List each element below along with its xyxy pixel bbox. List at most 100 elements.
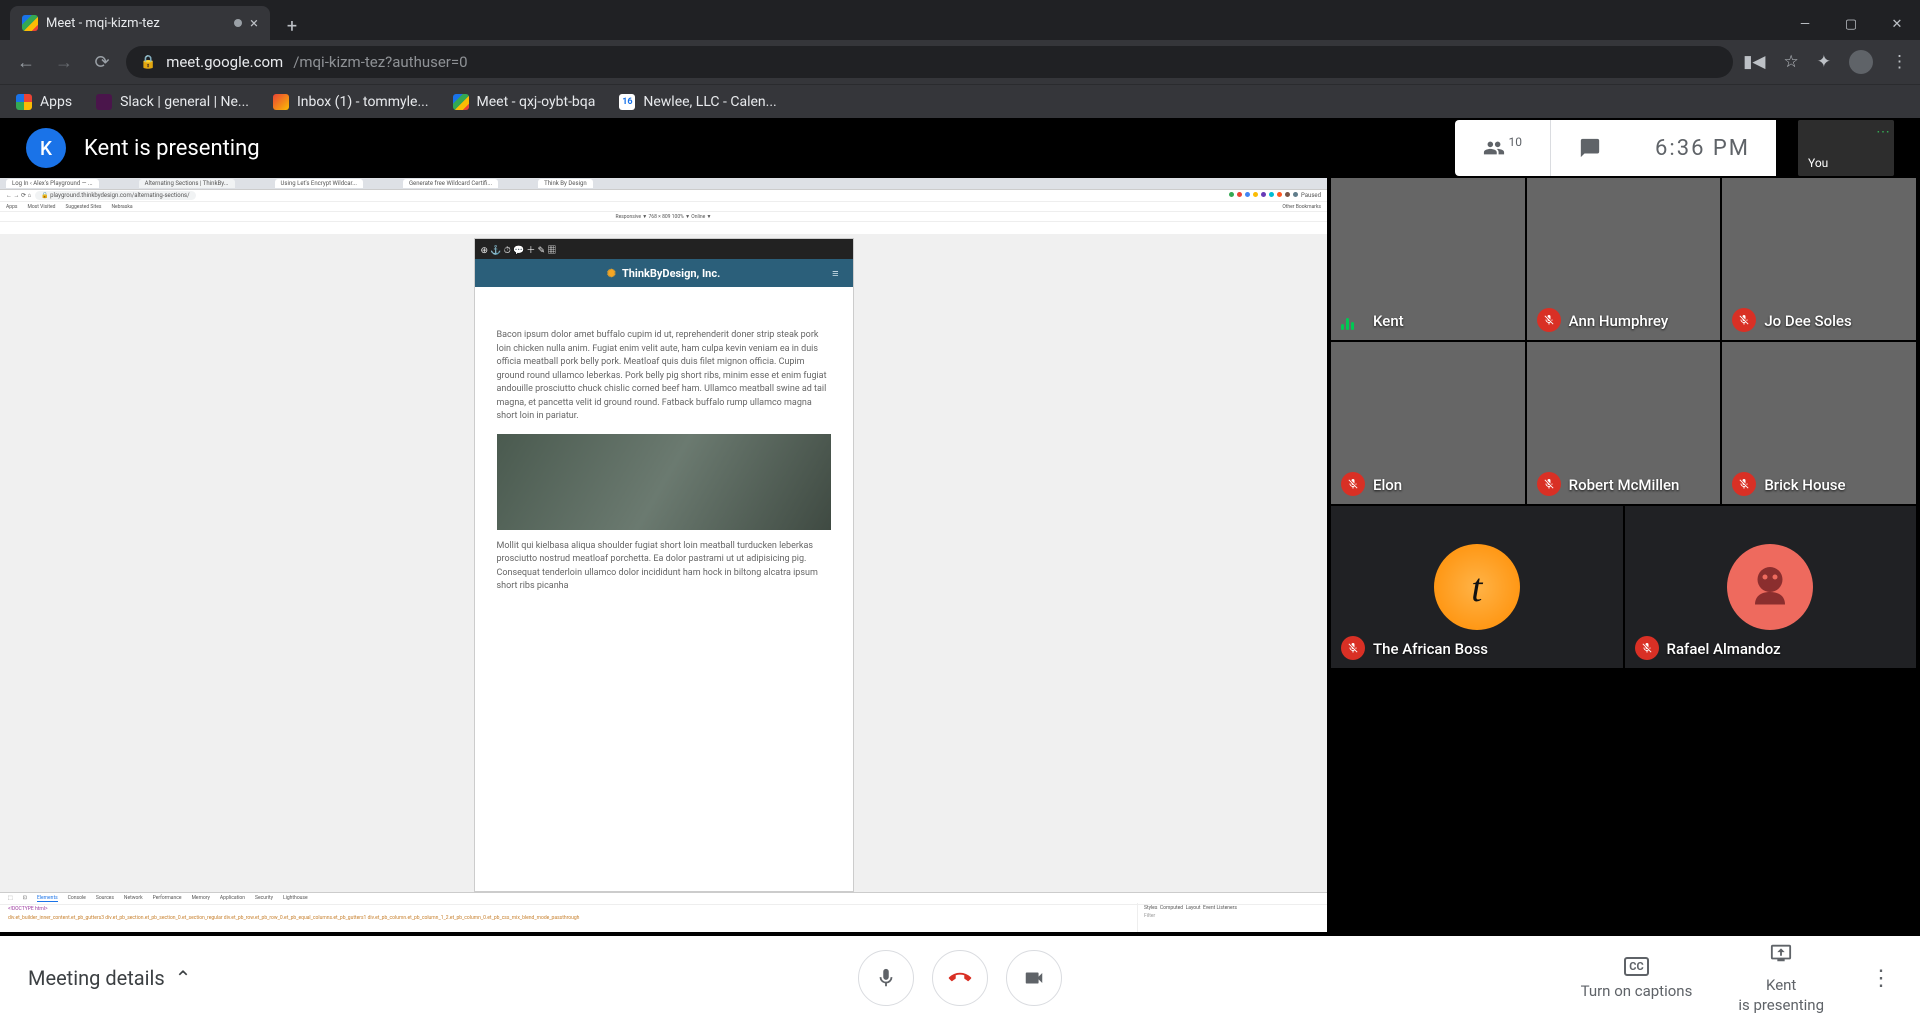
- captions-label: Turn on captions: [1581, 982, 1693, 1000]
- apps-shortcut[interactable]: Apps: [16, 94, 72, 110]
- muted-icon: [1635, 636, 1659, 660]
- chat-button[interactable]: [1550, 120, 1629, 176]
- leave-call-button[interactable]: [932, 950, 988, 1006]
- profile-avatar[interactable]: [1849, 50, 1873, 74]
- site-title: ThinkByDesign, Inc.: [622, 267, 720, 280]
- address-bar: ← → ⟳ 🔒 meet.google.com/mqi-kizm-tez?aut…: [0, 40, 1920, 84]
- lock-icon: 🔒: [140, 55, 156, 70]
- chat-icon: [1579, 137, 1601, 159]
- meet-favicon-icon: [22, 15, 38, 31]
- participant-tile[interactable]: Robert McMillen: [1527, 342, 1721, 504]
- muted-icon: [1341, 472, 1365, 496]
- shared-tab: Using Let's Encrypt Wildcar...: [275, 179, 363, 188]
- tab-close-icon[interactable]: ×: [250, 14, 258, 32]
- people-button[interactable]: 10: [1455, 120, 1551, 176]
- clock: 6:36 PM: [1629, 136, 1776, 161]
- devtools-tab: Console: [68, 895, 86, 902]
- new-tab-button[interactable]: +: [278, 12, 306, 40]
- shared-bm-item: Most Visited: [27, 204, 55, 210]
- participant-grid: Kent Ann Humphrey Jo Dee Soles Elon Robe…: [1331, 178, 1916, 932]
- bookmark-slack[interactable]: Slack | general | Ne...: [96, 94, 249, 110]
- devtools-side-tab: Event Listeners: [1203, 905, 1237, 911]
- phone-icon: [944, 962, 975, 993]
- close-window-button[interactable]: ✕: [1874, 8, 1920, 40]
- extensions-icon[interactable]: ✦: [1817, 52, 1831, 72]
- shared-tabstrip: Log In ‹ Alex's Playground — ... Alterna…: [0, 178, 1327, 190]
- tab-title: Meet - mqi-kizm-tez: [46, 16, 160, 31]
- participant-tile[interactable]: Rafael Almandoz: [1625, 506, 1917, 668]
- participant-tile[interactable]: Elon: [1331, 342, 1525, 504]
- people-icon: [1483, 137, 1505, 159]
- shared-bm-item: Other Bookmarks: [1282, 204, 1321, 210]
- bookmark-label: Meet - qxj-oybt-bqa: [477, 94, 596, 110]
- participant-tile[interactable]: Ann Humphrey: [1527, 178, 1721, 340]
- window-controls: — ▢ ✕: [1782, 8, 1920, 40]
- participant-name: Jo Dee Soles: [1764, 312, 1851, 330]
- participant-tile[interactable]: Kent: [1331, 178, 1525, 340]
- participant-avatar: [1727, 544, 1813, 630]
- bookmark-meet[interactable]: Meet - qxj-oybt-bqa: [453, 94, 596, 110]
- bookmark-calendar[interactable]: 16Newlee, LLC - Calen...: [619, 94, 776, 110]
- meet-header: K Kent is presenting 10 6:36 PM You ⋯: [0, 118, 1920, 178]
- meet-icon: [453, 94, 469, 110]
- devtools-tab: Application: [220, 895, 245, 902]
- devtools-tab: Network: [124, 895, 143, 902]
- camera-toggle-button[interactable]: [1006, 950, 1062, 1006]
- devtools-tab: Lighthouse: [283, 895, 308, 902]
- self-view-label: You: [1808, 156, 1828, 170]
- captions-button[interactable]: CC Turn on captions: [1581, 957, 1693, 1000]
- devtools-tab: Sources: [96, 895, 114, 902]
- participant-name: Kent: [1373, 312, 1404, 330]
- more-options-button[interactable]: ⋮: [1870, 966, 1892, 991]
- muted-icon: [1341, 636, 1365, 660]
- presenter-avatar: K: [26, 128, 66, 168]
- reload-button[interactable]: ⟳: [88, 52, 116, 73]
- mobile-preview: ⊕ ⚓ ⏱ 💬 ＋ ✎ ▦ ✺ThinkByDesign, Inc.≡ Baco…: [474, 238, 854, 892]
- browser-tab[interactable]: Meet - mqi-kizm-tez ×: [10, 6, 270, 40]
- devtools-side-tab: Computed: [1160, 905, 1183, 911]
- maximize-button[interactable]: ▢: [1828, 8, 1874, 40]
- window-titlebar: Meet - mqi-kizm-tez × + — ▢ ✕: [0, 0, 1920, 40]
- participant-tile[interactable]: t The African Boss: [1331, 506, 1623, 668]
- muted-icon: [1732, 472, 1756, 496]
- chevron-up-icon: ⌃: [175, 966, 192, 990]
- shared-tab: Log In ‹ Alex's Playground — ...: [6, 179, 99, 188]
- participant-tile[interactable]: Brick House: [1722, 342, 1916, 504]
- shared-url: playground.thinkbydesign.com/alternating…: [50, 192, 190, 199]
- back-button[interactable]: ←: [12, 52, 40, 73]
- devtools-panel: ⬚⊡ Elements Console Sources Network Perf…: [0, 892, 1327, 932]
- url-path: /mqi-kizm-tez?authuser=0: [293, 53, 467, 71]
- participant-name: Robert McMillen: [1569, 476, 1680, 494]
- chrome-menu-icon[interactable]: ⋮: [1891, 52, 1908, 72]
- dev-viewport: ⊕ ⚓ ⏱ 💬 ＋ ✎ ▦ ✺ThinkByDesign, Inc.≡ Baco…: [0, 234, 1327, 892]
- mic-toggle-button[interactable]: [858, 950, 914, 1006]
- responsive-toolbar: Responsive ▼ 768 × 809 100% ▼ Online ▼: [0, 212, 1327, 222]
- shared-bm-item: Nebraska: [111, 204, 132, 210]
- devtools-side-tab: Layout: [1186, 905, 1201, 911]
- presenting-banner: Kent is presenting: [84, 136, 260, 161]
- tab-audio-indicator-icon: [234, 19, 242, 27]
- gmail-icon: [273, 94, 289, 110]
- devtools-tab: Performance: [153, 895, 182, 902]
- self-view-tile[interactable]: You ⋯: [1798, 120, 1894, 176]
- devtools-tab-elements: Elements: [37, 895, 58, 902]
- meeting-details-button[interactable]: Meeting details ⌃: [28, 966, 191, 990]
- omnibox[interactable]: 🔒 meet.google.com/mqi-kizm-tez?authuser=…: [126, 46, 1733, 78]
- participant-name: Ann Humphrey: [1569, 312, 1669, 330]
- apps-icon: [16, 94, 32, 110]
- devtools-side-tab: Styles: [1144, 905, 1157, 911]
- self-view-more-icon[interactable]: ⋯: [1876, 124, 1890, 140]
- filter-input: Filter: [1144, 913, 1321, 919]
- speaking-indicator-icon: [1341, 318, 1354, 330]
- present-now-button[interactable]: Kent is presenting: [1738, 942, 1824, 1014]
- present-label-line1: Kent: [1766, 976, 1796, 994]
- bookmark-star-icon[interactable]: ☆: [1784, 52, 1799, 72]
- bookmark-gmail[interactable]: Inbox (1) - tommyle...: [273, 94, 429, 110]
- participant-tile[interactable]: Jo Dee Soles: [1722, 178, 1916, 340]
- bookmark-label: Inbox (1) - tommyle...: [297, 94, 429, 110]
- content-paragraph: Bacon ipsum dolor amet buffalo cupim id …: [497, 329, 831, 424]
- forward-button[interactable]: →: [50, 52, 78, 73]
- minimize-button[interactable]: —: [1782, 8, 1828, 40]
- apps-label: Apps: [40, 94, 72, 110]
- camera-permission-icon[interactable]: ▮◀: [1743, 52, 1765, 72]
